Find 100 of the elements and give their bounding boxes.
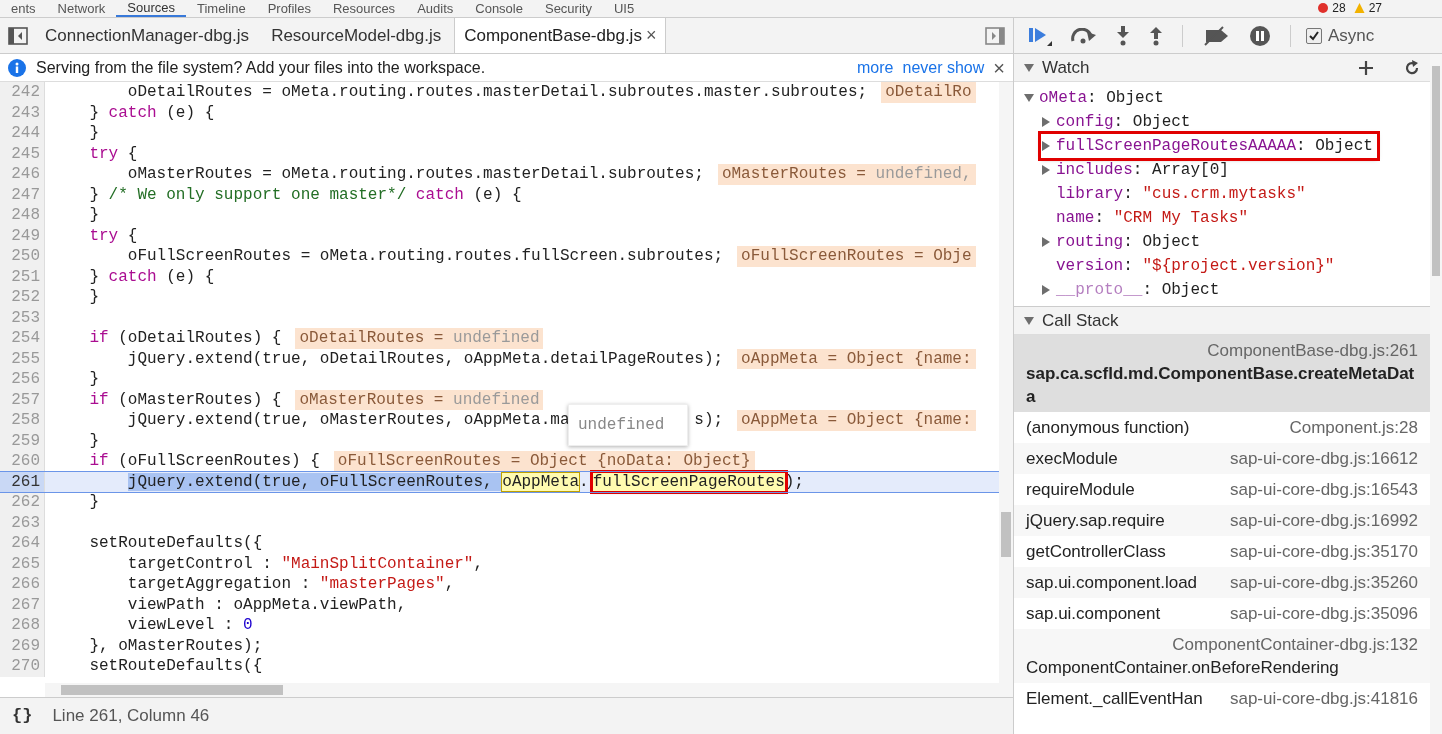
info-link[interactable]: never show [902, 55, 985, 80]
cursor-position: Line 261, Column 46 [52, 705, 210, 728]
function-name: sap.ca.scfld.md.ComponentBase.createMetaData [1026, 363, 1416, 408]
call-frame[interactable]: ComponentContainer-dbg.js:132 ComponentContainer.onBeforeRendering [1014, 629, 1430, 683]
error-count[interactable]: 28 [1332, 0, 1346, 17]
info-link[interactable]: more [857, 55, 894, 80]
inline-value: oDetailRoutes = undefined [295, 328, 544, 349]
source-location[interactable]: sap-ui-core-dbg.js:16612 [1215, 447, 1418, 470]
watch-header[interactable]: Watch [1014, 54, 1430, 82]
source-location[interactable]: sap-ui-core-dbg.js:35260 [1215, 571, 1418, 594]
sidebar-toggle-icon[interactable] [985, 26, 1005, 45]
code-text: setRouteDefaults({ [88, 533, 263, 554]
resume-icon[interactable] [1028, 25, 1052, 46]
code-text: s); [694, 410, 724, 431]
vertical-scrollbar[interactable] [999, 82, 1013, 683]
close-button[interactable]: × [993, 57, 1005, 78]
expand-arrow-icon[interactable] [1041, 117, 1051, 127]
source-location[interactable]: ComponentContainer-dbg.js:132 [1172, 633, 1418, 656]
function-name: jQuery.sap.require [1026, 510, 1165, 532]
function-name: getControllerClass [1026, 541, 1166, 563]
code-text: if (oMasterRoutes) { [88, 389, 282, 410]
watch-property[interactable]: version: "${project.version}" [1041, 254, 1335, 278]
warning-count[interactable]: 27 [1368, 0, 1382, 17]
collapse-icon[interactable] [1024, 315, 1034, 326]
collapse-icon[interactable] [1024, 62, 1034, 73]
inline-value: oDetailRo [881, 82, 976, 103]
expand-arrow-icon[interactable] [1041, 285, 1051, 295]
source-location[interactable]: sap-ui-core-dbg.js:41816 [1215, 687, 1418, 710]
warning-icon [1353, 3, 1365, 13]
watch-property[interactable]: oMeta: Object [1024, 86, 1164, 110]
watch-property[interactable]: name: "CRM My Tasks" [1041, 206, 1249, 230]
expand-arrow-icon[interactable] [1041, 141, 1051, 151]
call-frame[interactable]: execModule sap-ui-core-dbg.js:16612 [1014, 443, 1430, 474]
source-location[interactable]: sap-ui-core-dbg.js:16543 [1215, 478, 1418, 501]
watch-property[interactable]: fullScreenPageRoutesAAAAA: Object [1041, 134, 1377, 158]
watch-property[interactable]: config: Object [1041, 110, 1191, 134]
code-text: viewLevel : 0 [126, 615, 253, 636]
code-text: jQuery.extend(true, oDetailRoutes, oAppMeta.detailPageRoutes); [126, 348, 724, 369]
code-text: if (oFullScreenRoutes) { [88, 451, 320, 472]
code-text: oDetailRoutes = oMeta.routing.routes.masterDetail.subroutes.master.subroutes; [126, 82, 868, 103]
code-text: if (oDetailRoutes) { [88, 328, 282, 349]
code-text: oMasterRoutes = oMeta.routing.routes.masterDetail.subroutes; [126, 164, 704, 185]
vertical-scrollbar[interactable] [1430, 54, 1442, 734]
code-text: try { [88, 143, 138, 164]
expand-arrow-icon[interactable] [1041, 165, 1051, 175]
panel-tab[interactable]: ents [0, 0, 47, 17]
horizontal-scrollbar[interactable] [45, 683, 1013, 697]
pretty-print-button[interactable]: {} [0, 703, 45, 729]
async-checkbox[interactable] [1306, 27, 1322, 44]
watch-property[interactable]: routing: Object [1041, 230, 1201, 254]
panel-tab[interactable]: Security [533, 0, 603, 17]
code-text: jQuery.extend(true, oMasterRoutes, oAppMeta.ma [126, 410, 570, 431]
source-location[interactable]: ComponentBase-dbg.js:261 [1207, 339, 1418, 362]
panel-tab[interactable]: Timeline [185, 0, 257, 17]
panel-tab[interactable]: Network [46, 0, 117, 17]
watch-property[interactable]: library: "cus.crm.mytasks" [1041, 182, 1306, 206]
source-location[interactable]: sap-ui-core-dbg.js:35096 [1215, 602, 1418, 625]
sidebar-toggle-icon[interactable] [8, 26, 28, 45]
code-text: } catch (e) { [88, 266, 215, 287]
code-text: } [88, 205, 99, 226]
panel-tab[interactable]: Resources [322, 0, 407, 17]
file-tab[interactable]: ComponentBase-dbg.js × [454, 18, 667, 53]
call-frame[interactable]: jQuery.sap.require sap-ui-core-dbg.js:16992 [1014, 505, 1430, 536]
code-text: targetControl : "MainSplitContainer", [126, 553, 484, 574]
source-location[interactable]: sap-ui-core-dbg.js:35170 [1215, 540, 1418, 563]
watch-property[interactable]: __proto__: Object [1041, 278, 1220, 302]
code-text: targetAggregation : "masterPages", [126, 574, 455, 595]
code-text: oFullScreenRoutes = oMeta.routing.routes.fullScreen.subroutes; [126, 246, 724, 267]
call-stack-header[interactable]: Call Stack [1014, 307, 1430, 335]
function-name: Element._callEventHan [1026, 688, 1203, 710]
source-location[interactable]: sap-ui-core-dbg.js:16992 [1215, 509, 1418, 532]
panel-tab[interactable]: Audits [406, 0, 465, 17]
call-frame[interactable]: ComponentBase-dbg.js:261 sap.ca.scfld.md.ComponentBase.createMetaData [1014, 335, 1430, 412]
source-location[interactable]: Component.js:28 [1275, 416, 1418, 439]
code-text: } [88, 287, 99, 308]
code-text: } /* We only support one master*/ catch (e) { [88, 184, 522, 205]
function-name: ComponentContainer.onBeforeRendering [1026, 657, 1340, 679]
file-tab[interactable]: ConnectionManager-dbg.js [36, 18, 259, 53]
inline-value: oMasterRoutes = undefined [295, 389, 544, 410]
tooltip: undefined [568, 404, 688, 446]
inline-value: oMasterRoutes = undefined, [717, 164, 976, 185]
panel-tab[interactable]: Profiles [256, 0, 322, 17]
collapse-arrow-icon[interactable] [1024, 93, 1034, 103]
watch-property[interactable]: includes: Array[0] [1041, 158, 1229, 182]
step-into-icon[interactable] [1116, 25, 1130, 46]
panel-tab[interactable]: UI5 [602, 0, 646, 17]
line-number[interactable]: 261 [0, 471, 45, 492]
panel-tab[interactable]: Console [464, 0, 534, 17]
breakpoints-off-icon[interactable] [1202, 25, 1230, 46]
inline-value: oFullScreenRoutes = Obje [737, 246, 976, 267]
refresh-icon[interactable] [1404, 59, 1420, 76]
step-over-icon[interactable] [1071, 27, 1097, 44]
add-icon[interactable] [1358, 59, 1374, 76]
code-text: }, oMasterRoutes); [88, 635, 263, 656]
pause-icon[interactable] [1249, 24, 1271, 47]
call-frame[interactable]: sap.ui.component.load sap-ui-core-dbg.js:35260 [1014, 567, 1430, 598]
function-name: sap.ui.component [1026, 603, 1161, 625]
expand-arrow-icon[interactable] [1041, 237, 1051, 247]
file-tab[interactable]: ResourceModel-dbg.js [262, 18, 451, 53]
step-out-icon[interactable] [1149, 25, 1163, 46]
